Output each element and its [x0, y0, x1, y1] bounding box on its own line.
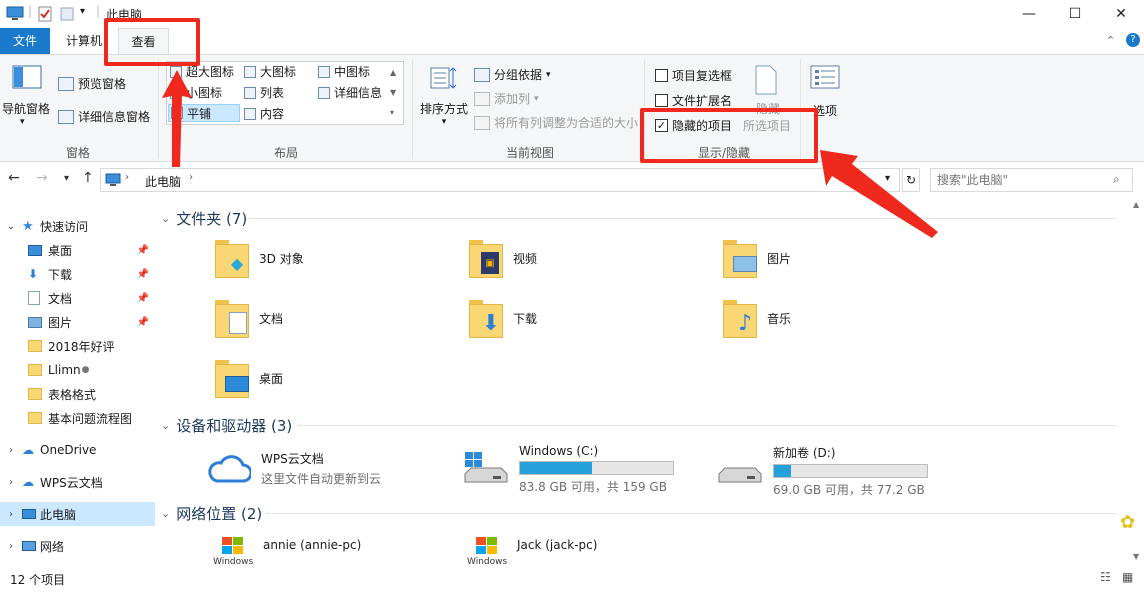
annotation-arrows	[162, 70, 938, 238]
explorer-window: | ▾ | 此电脑 — ☐ ✕ 文件 计算机 查看 ⌃ ? 导航窗格 ▾ 预览窗…	[0, 0, 1144, 592]
annotation-arrow-up	[162, 70, 192, 167]
annotation-arrow-diagonal	[820, 150, 938, 238]
